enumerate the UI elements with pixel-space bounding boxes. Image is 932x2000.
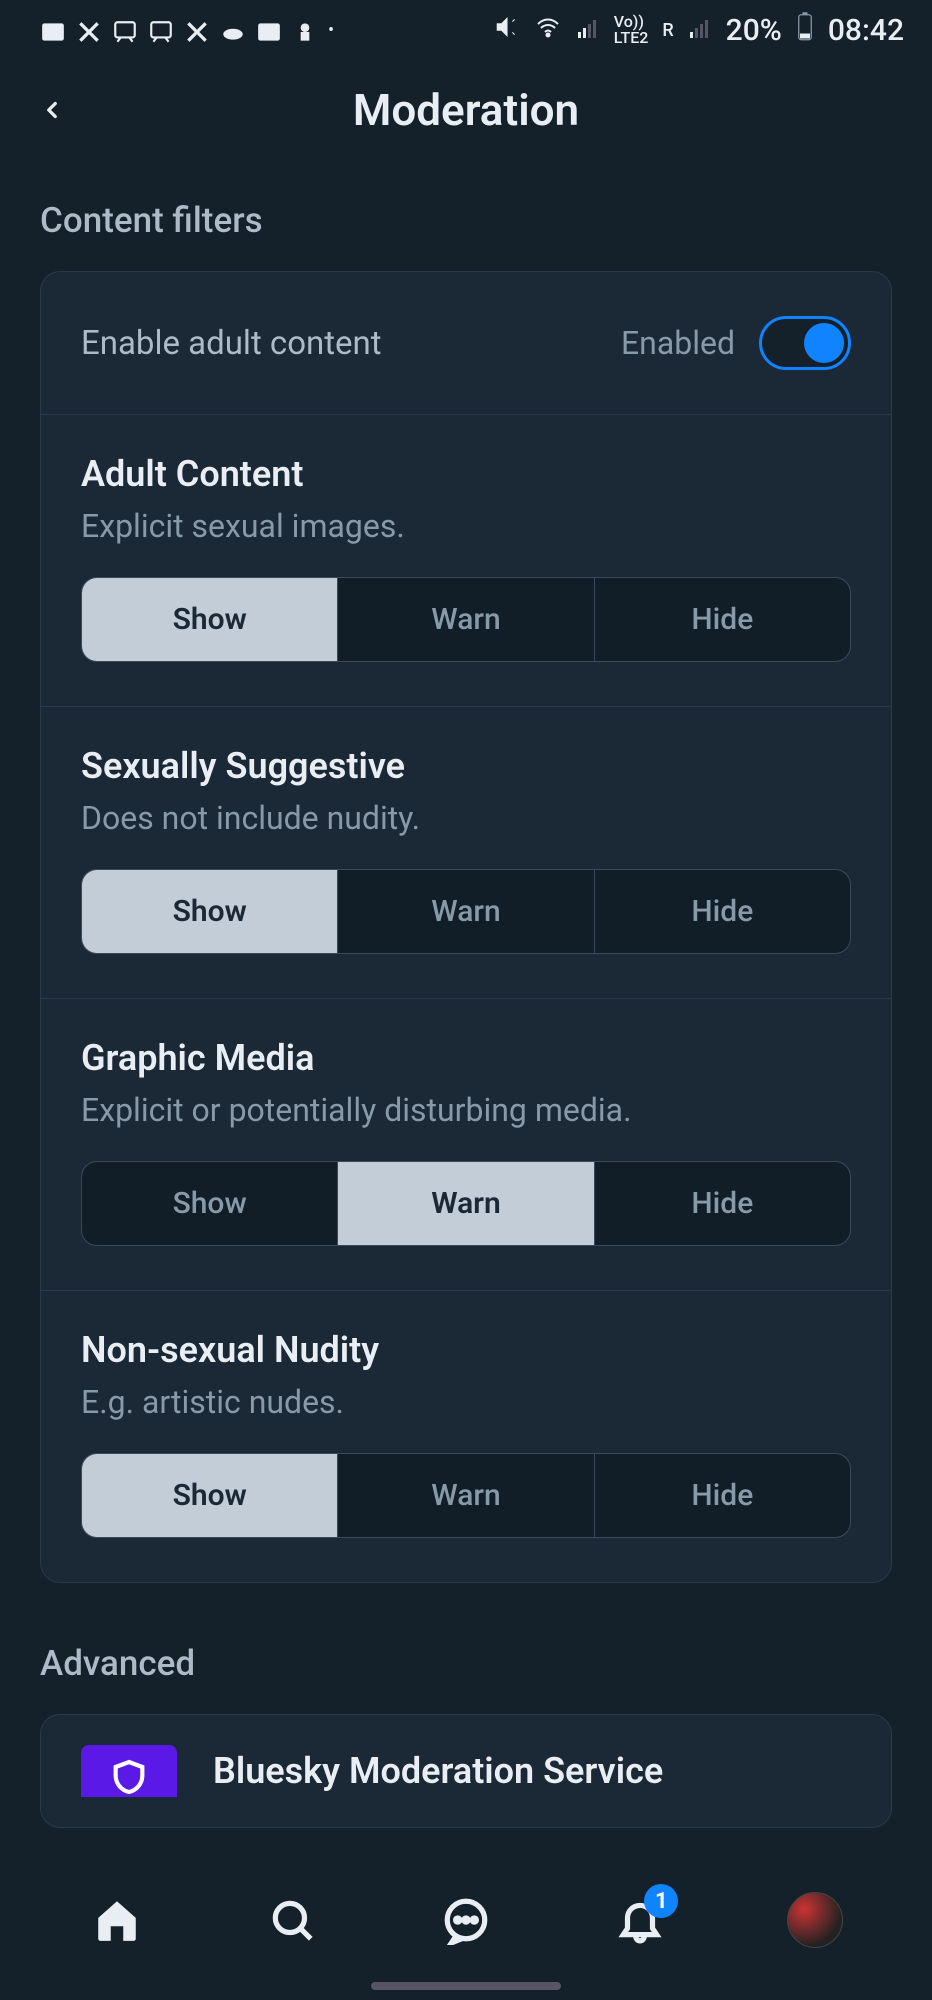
notification-badge: 1 — [644, 1884, 678, 1918]
status-right: Vo))LTE2 R 20% 08:42 — [494, 11, 904, 49]
x-app-icon-2 — [184, 19, 210, 41]
nav-search[interactable] — [262, 1890, 322, 1950]
filter-title: Adult Content — [81, 453, 851, 495]
seg-hide[interactable]: Hide — [595, 1454, 850, 1537]
content-filters-card: Enable adult content Enabled Adult Conte… — [40, 271, 892, 1583]
content: Content filters Enable adult content Ena… — [0, 160, 932, 1828]
avatar — [787, 1892, 843, 1948]
section-heading-advanced: Advanced — [40, 1643, 892, 1684]
filter-desc: E.g. artistic nudes. — [81, 1383, 851, 1421]
mute-icon — [494, 13, 520, 48]
roaming-label: R — [662, 20, 673, 41]
section-heading-content-filters: Content filters — [40, 200, 892, 241]
nav-notifications[interactable]: 1 — [610, 1890, 670, 1950]
seg-warn[interactable]: Warn — [338, 1162, 594, 1245]
network-label: Vo))LTE2 — [614, 14, 649, 46]
seg-show[interactable]: Show — [82, 870, 338, 953]
webtoon-icon — [40, 19, 66, 41]
twitch-icon-2 — [148, 19, 174, 41]
nav-home[interactable] — [87, 1890, 147, 1950]
x-app-icon — [76, 19, 102, 41]
status-bar: • Vo))LTE2 R 20% 08:42 — [0, 0, 932, 60]
enable-adult-content-toggle[interactable] — [759, 316, 851, 370]
toggle-knob — [804, 323, 844, 363]
app-icon — [292, 19, 318, 41]
filter-title: Non-sexual Nudity — [81, 1329, 851, 1371]
status-left: • — [40, 19, 334, 41]
enable-status-text: Enabled — [621, 324, 735, 362]
shield-icon — [81, 1745, 177, 1797]
filter-graphic-media: Graphic Media Explicit or potentially di… — [41, 999, 891, 1291]
enable-adult-content-label: Enable adult content — [81, 324, 382, 363]
filter-nonsexual-nudity: Non-sexual Nudity E.g. artistic nudes. S… — [41, 1291, 891, 1582]
filter-desc: Explicit or potentially disturbing media… — [81, 1091, 851, 1129]
seg-show[interactable]: Show — [82, 1162, 338, 1245]
bottom-nav: 1 — [0, 1870, 932, 2000]
seg-show[interactable]: Show — [82, 1454, 338, 1537]
signal-icon — [576, 13, 600, 48]
advanced-item-title: Bluesky Moderation Service — [213, 1750, 663, 1792]
filter-sexually-suggestive: Sexually Suggestive Does not include nud… — [41, 707, 891, 999]
seg-show[interactable]: Show — [82, 578, 338, 661]
seg-warn[interactable]: Warn — [338, 1454, 594, 1537]
filter-desc: Explicit sexual images. — [81, 507, 851, 545]
more-dot-icon: • — [328, 20, 334, 41]
nav-profile[interactable] — [785, 1890, 845, 1950]
segmented-control: Show Warn Hide — [81, 577, 851, 662]
seg-hide[interactable]: Hide — [595, 870, 850, 953]
cloud-icon — [220, 19, 246, 41]
segmented-control: Show Warn Hide — [81, 869, 851, 954]
filter-desc: Does not include nudity. — [81, 799, 851, 837]
seg-hide[interactable]: Hide — [595, 578, 850, 661]
home-indicator[interactable] — [371, 1982, 561, 1990]
signal-icon-2 — [688, 13, 712, 48]
battery-pct: 20% — [726, 13, 782, 48]
seg-warn[interactable]: Warn — [338, 578, 594, 661]
back-button[interactable] — [30, 88, 74, 132]
segmented-control: Show Warn Hide — [81, 1453, 851, 1538]
bluesky-moderation-service-row[interactable]: Bluesky Moderation Service — [40, 1714, 892, 1828]
webtoon-icon-2 — [256, 19, 282, 41]
page-title: Moderation — [353, 84, 579, 136]
nav-chat[interactable] — [436, 1890, 496, 1950]
filter-adult-content: Adult Content Explicit sexual images. Sh… — [41, 415, 891, 707]
wifi-icon — [534, 13, 562, 48]
twitch-icon — [112, 19, 138, 41]
enable-right: Enabled — [621, 316, 851, 370]
enable-adult-content-row: Enable adult content Enabled — [41, 272, 891, 415]
battery-icon — [796, 11, 814, 49]
filter-title: Graphic Media — [81, 1037, 851, 1079]
clock: 08:42 — [828, 13, 904, 48]
segmented-control: Show Warn Hide — [81, 1161, 851, 1246]
advanced-section: Advanced Bluesky Moderation Service — [40, 1643, 892, 1828]
page-header: Moderation — [0, 60, 932, 160]
filter-title: Sexually Suggestive — [81, 745, 851, 787]
seg-hide[interactable]: Hide — [595, 1162, 850, 1245]
seg-warn[interactable]: Warn — [338, 870, 594, 953]
